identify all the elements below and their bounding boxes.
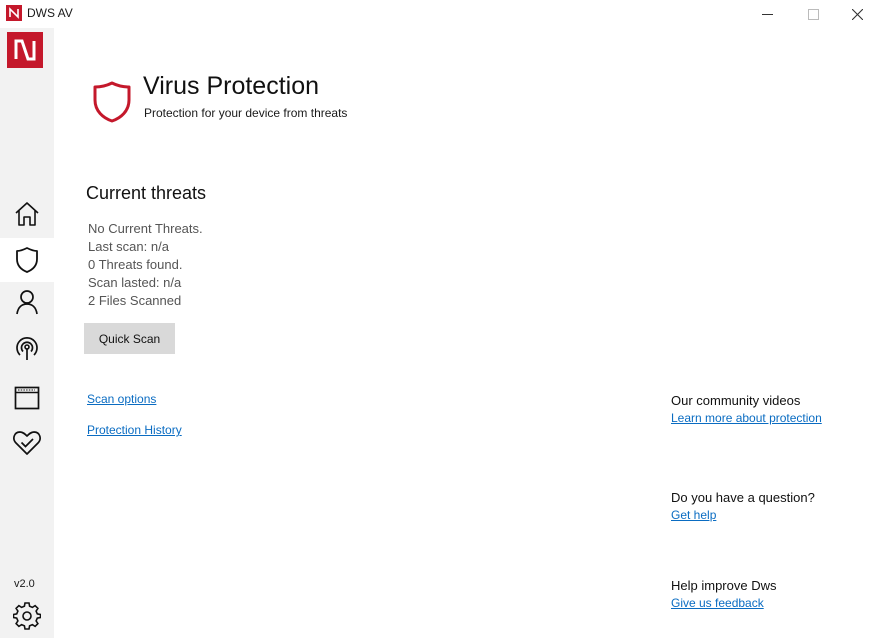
broadcast-icon xyxy=(16,337,38,360)
sidebar-item-home[interactable] xyxy=(0,192,54,236)
title-bar: DWS AV xyxy=(0,0,880,28)
home-icon xyxy=(15,202,39,226)
version-label: v2.0 xyxy=(14,578,35,590)
close-icon xyxy=(851,8,863,20)
minimize-icon xyxy=(761,13,773,15)
person-icon xyxy=(16,290,38,315)
status-line: Scan lasted: n/a xyxy=(88,275,182,290)
minimize-button[interactable] xyxy=(744,0,790,28)
page-title: Virus Protection xyxy=(143,72,320,100)
learn-more-link[interactable]: Learn more about protection xyxy=(671,411,822,425)
status-line: 0 Threats found. xyxy=(88,257,183,272)
app-logo-icon xyxy=(6,5,22,21)
protection-history-link[interactable]: Protection History xyxy=(87,423,182,437)
sidebar: v2.0 xyxy=(0,28,54,638)
page-subtitle: Protection for your device from threats xyxy=(144,106,348,120)
close-button[interactable] xyxy=(834,0,880,28)
status-line: No Current Threats. xyxy=(88,221,203,236)
gear-icon xyxy=(13,602,41,630)
heart-check-icon xyxy=(13,431,41,455)
sidebar-item-app-browser[interactable] xyxy=(0,376,54,420)
get-help-link[interactable]: Get help xyxy=(671,508,716,522)
window-title: DWS AV xyxy=(27,6,73,20)
community-videos-heading: Our community videos xyxy=(671,393,801,408)
threat-status-list: No Current Threats. Last scan: n/a 0 Thr… xyxy=(88,220,203,310)
shield-icon xyxy=(93,81,131,123)
shield-icon xyxy=(16,247,38,273)
sidebar-item-account[interactable] xyxy=(0,280,54,324)
settings-button[interactable] xyxy=(0,594,54,638)
question-heading: Do you have a question? xyxy=(671,490,815,505)
brand-logo xyxy=(7,32,43,68)
improve-heading: Help improve Dws xyxy=(671,578,777,593)
maximize-button[interactable] xyxy=(790,0,836,28)
status-line: 2 Files Scanned xyxy=(88,293,182,308)
sidebar-item-network[interactable] xyxy=(0,326,54,370)
brand-logo-icon xyxy=(14,39,36,61)
browser-window-icon xyxy=(14,386,40,410)
scan-options-link[interactable]: Scan options xyxy=(87,392,156,406)
sidebar-item-virus-protection[interactable] xyxy=(0,238,54,282)
quick-scan-button[interactable]: Quick Scan xyxy=(84,323,175,354)
maximize-icon xyxy=(807,8,819,20)
sidebar-item-device-health[interactable] xyxy=(0,421,54,465)
status-line: Last scan: n/a xyxy=(88,239,169,254)
feedback-link[interactable]: Give us feedback xyxy=(671,596,764,610)
current-threats-title: Current threats xyxy=(86,183,207,203)
